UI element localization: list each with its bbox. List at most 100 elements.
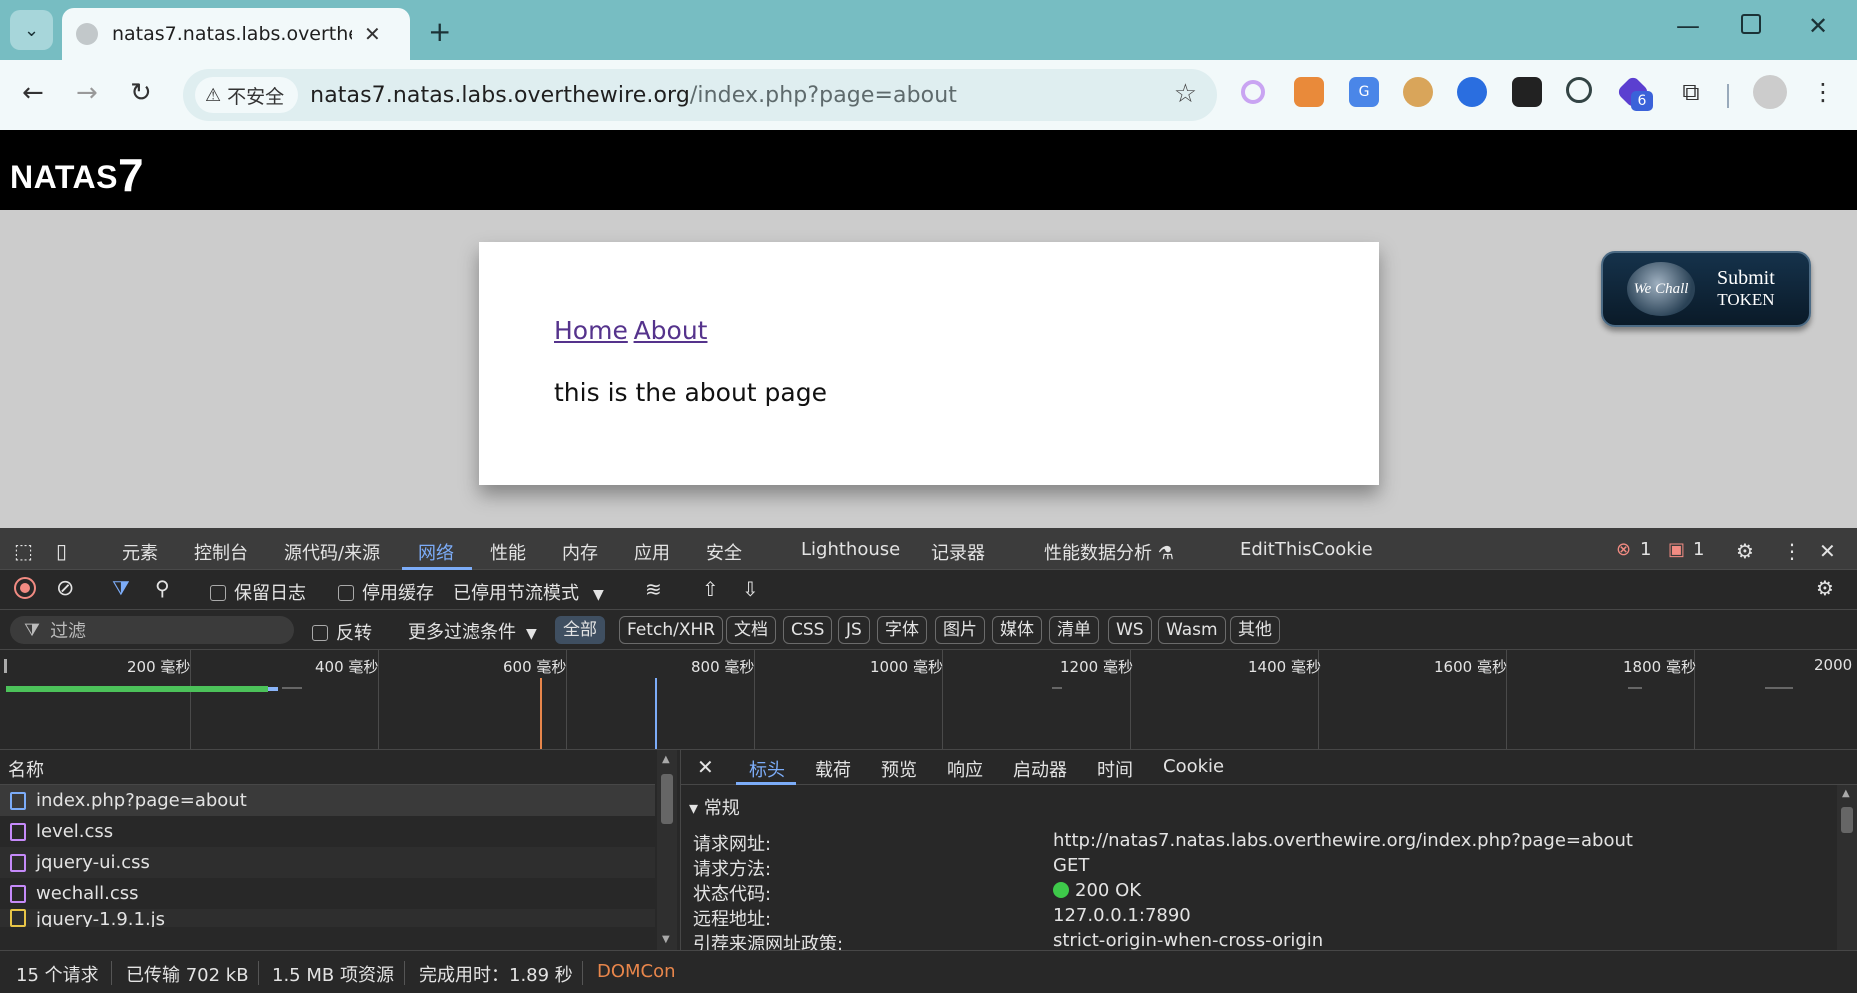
extension-blue-icon[interactable] [1457,77,1487,107]
new-tab-button[interactable]: + [428,15,451,48]
security-chip[interactable]: ⚠ 不安全 [195,77,299,113]
tab-application[interactable]: 应用 [634,539,670,565]
filter-type-other[interactable]: 其他 [1230,616,1280,644]
url-text[interactable]: natas7.natas.labs.overthewire.org/index.… [310,83,957,108]
filter-type-fetch-xhr[interactable]: Fetch/XHR [619,616,724,644]
tab-performance[interactable]: 性能 [490,539,526,565]
devtools-close-icon[interactable]: ✕ [1819,539,1836,563]
record-stop-icon[interactable] [14,577,36,599]
scrollbar-thumb[interactable] [1841,807,1853,833]
detail-scrollbar[interactable]: ▲ [1837,785,1857,950]
filter-type-media[interactable]: 媒体 [992,616,1042,644]
scroll-down-icon[interactable]: ▼ [662,934,670,945]
tab-performance-insights[interactable]: 性能数据分析 ⚗ [1044,539,1174,565]
request-list-scrollbar[interactable]: ▲ ▼ [657,750,677,950]
filter-funnel-icon[interactable]: ⧩ [112,576,130,600]
maximize-button[interactable] [1741,14,1761,34]
filter-icon: ⧩ [24,619,41,641]
minimize-button[interactable]: — [1676,12,1700,40]
throttling-select[interactable]: 已停用节流模式 ▼ [453,579,604,605]
tab-console[interactable]: 控制台 [194,539,248,565]
forward-icon[interactable]: → [76,78,98,108]
scrollbar-thumb[interactable] [661,774,673,824]
request-row[interactable]: wechall.css [0,878,655,909]
filter-type-css[interactable]: CSS [783,616,833,644]
metamask-icon[interactable] [1294,77,1324,107]
tab-payload[interactable]: 载荷 [815,756,851,782]
tampermonkey-icon[interactable] [1512,77,1542,107]
address-bar[interactable]: ⚠ 不安全 natas7.natas.labs.overthewire.org/… [183,69,1217,121]
filter-type-ws[interactable]: WS [1108,616,1152,644]
scroll-up-icon[interactable]: ▲ [1842,788,1850,799]
checkbox-box [312,625,328,641]
search-icon[interactable]: ⚲ [155,576,170,600]
profile-avatar[interactable] [1753,75,1787,109]
scroll-up-icon[interactable]: ▲ [662,754,670,765]
error-icon[interactable]: ⊗ [1616,539,1631,560]
extension-circle-icon[interactable] [1241,80,1265,104]
filter-type-doc[interactable]: 文档 [726,616,776,644]
tab-network[interactable]: 网络 [418,539,454,565]
tab-response[interactable]: 响应 [947,756,983,782]
timeline-handle-left[interactable] [4,659,7,673]
network-overview-timeline[interactable]: 200 毫秒 400 毫秒 600 毫秒 800 毫秒 1000 毫秒 1200… [0,650,1857,750]
tab-initiator[interactable]: 启动器 [1013,756,1067,782]
tab-sources[interactable]: 源代码/来源 [284,539,380,565]
issue-count[interactable]: 1 [1693,539,1704,560]
back-icon[interactable]: ← [22,78,44,108]
filter-type-img[interactable]: 图片 [935,616,985,644]
tab-preview[interactable]: 预览 [881,756,917,782]
reload-icon[interactable]: ↻ [130,78,152,108]
extension-lock-icon[interactable] [1566,77,1592,103]
tab-headers[interactable]: 标头 [749,756,785,782]
tab-cookies[interactable]: Cookie [1163,756,1224,777]
devtools-menu-icon[interactable]: ⋮ [1782,539,1802,563]
network-settings-icon[interactable]: ⚙ [1816,576,1834,600]
network-conditions-icon[interactable]: ≋ [645,577,662,601]
wechall-submit-token-button[interactable]: We Chall Submit TOKEN [1601,251,1811,327]
tab-recorder[interactable]: 记录器 [931,539,985,565]
cookie-icon[interactable] [1403,77,1433,107]
invert-checkbox[interactable]: 反转 [312,619,372,645]
tab-search-button[interactable]: ⌄ [10,10,53,50]
filter-type-manifest[interactable]: 清单 [1049,616,1099,644]
extensions-puzzle-icon[interactable]: ⧉ [1676,77,1706,107]
browser-tab[interactable]: natas7.natas.labs.overthewire ✕ [62,8,410,60]
error-count[interactable]: 1 [1640,539,1651,560]
tab-editthiscookie[interactable]: EditThisCookie [1240,539,1373,560]
clear-icon[interactable]: ⊘ [56,576,74,601]
filter-type-js[interactable]: JS [838,616,870,644]
settings-gear-icon[interactable]: ⚙ [1736,539,1754,563]
window-close-button[interactable]: ✕ [1808,12,1828,40]
inspect-element-icon[interactable]: ⬚ [14,539,33,563]
issue-icon[interactable]: ▣ [1668,539,1685,560]
translate-icon[interactable]: G [1349,77,1379,107]
more-filters-dropdown[interactable]: 更多过滤条件 ▼ [408,618,537,644]
export-har-icon[interactable]: ⇩ [742,577,759,601]
tab-security[interactable]: 安全 [706,539,742,565]
general-section-toggle[interactable]: ▾ 常规 [689,794,740,820]
tab-lighthouse[interactable]: Lighthouse [801,539,900,560]
device-toolbar-icon[interactable]: ▯ [56,539,67,563]
filter-type-wasm[interactable]: Wasm [1158,616,1226,644]
filter-type-font[interactable]: 字体 [877,616,927,644]
request-row[interactable]: jquery-1.9.1.js [0,909,655,927]
filter-input[interactable]: ⧩ 过滤 [10,616,294,644]
bookmark-star-icon[interactable]: ☆ [1174,79,1197,109]
tab-timing[interactable]: 时间 [1097,756,1133,782]
chrome-menu-icon[interactable]: ⋮ [1808,77,1838,107]
preserve-log-checkbox[interactable]: 保留日志 [210,579,306,605]
tab-memory[interactable]: 内存 [562,539,598,565]
filter-type-all[interactable]: 全部 [555,616,605,644]
import-har-icon[interactable]: ⇧ [702,577,719,601]
request-row[interactable]: jquery-ui.css [0,847,655,878]
home-link[interactable]: Home [554,316,628,345]
close-tab-icon[interactable]: ✕ [364,22,381,46]
tab-elements[interactable]: 元素 [122,539,158,565]
disable-cache-checkbox[interactable]: 停用缓存 [338,579,434,605]
about-link[interactable]: About [634,316,708,345]
name-column-header[interactable]: 名称 [0,750,655,785]
close-detail-icon[interactable]: ✕ [697,755,714,779]
request-row[interactable]: index.php?page=about [0,785,655,816]
request-row[interactable]: level.css [0,816,655,847]
